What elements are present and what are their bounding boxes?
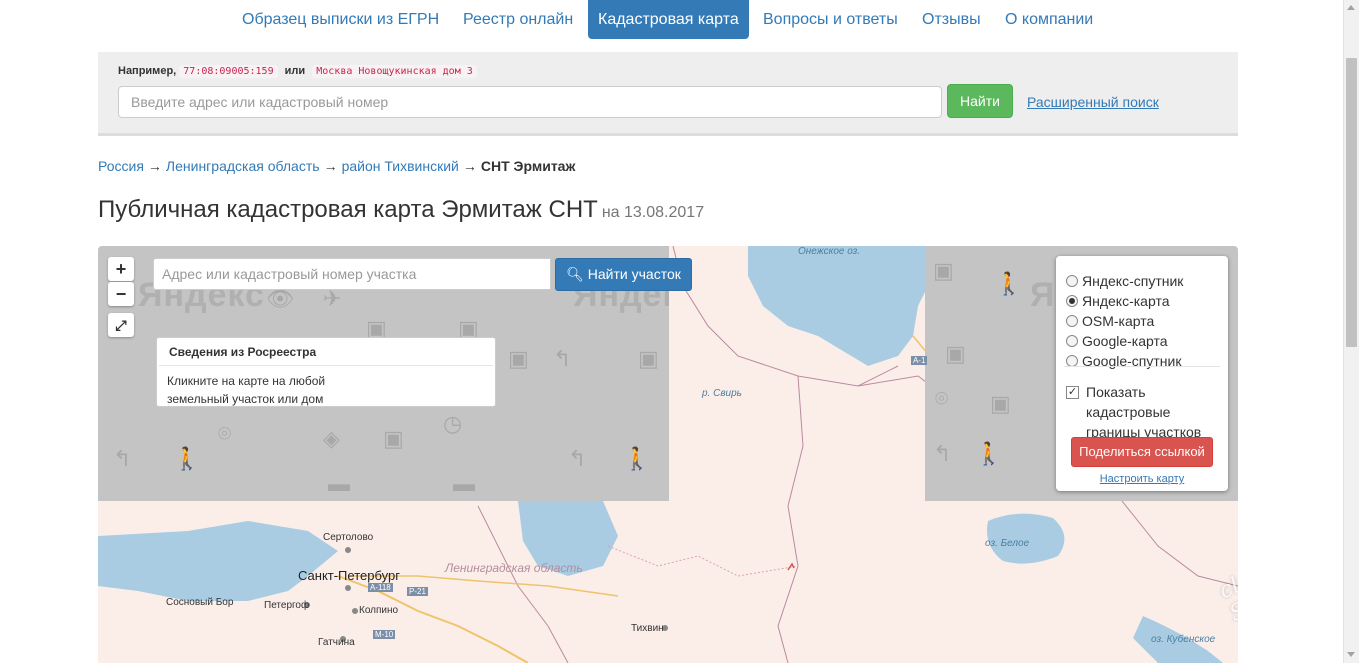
- advanced-search-link[interactable]: Расширенный поиск: [1027, 94, 1159, 110]
- road-sign-m10: М-10: [373, 630, 396, 639]
- nav-item-registry-online[interactable]: Реестр онлайн: [453, 0, 583, 39]
- map-label-petergof: Петергоф: [264, 600, 310, 611]
- turn-left-icon: ↰: [113, 446, 132, 471]
- map-label-sosnovy-bor: Сосновый Бор: [166, 597, 234, 608]
- compass-icon: ◈: [323, 426, 340, 451]
- pedestrian-icon: 🚶: [173, 446, 201, 471]
- layer-option-yandex-map[interactable]: Яндекс-карта: [1066, 291, 1169, 311]
- example-or: или: [284, 65, 306, 77]
- info-popup-title: Сведения из Росреестра: [159, 338, 493, 366]
- nav-item-about[interactable]: О компании: [995, 0, 1103, 39]
- clock-icon: ◷: [443, 411, 463, 436]
- bus-icon: ▣: [508, 346, 529, 371]
- car-icon: ▬: [453, 471, 475, 496]
- map-find-label: Найти участок: [587, 266, 681, 282]
- bus-icon: ▣: [990, 391, 1011, 416]
- pedestrian-icon: 🚶: [623, 446, 651, 471]
- cadastral-map[interactable]: Яндекс Яндекс 👁 ✈ ▣ ▣ ▣ ↰ ▣ ↰ 🚶 ⌾ ◈ ▣ ◷ …: [98, 246, 1238, 663]
- nav-item-reviews[interactable]: Отзывы: [912, 0, 991, 39]
- layer-option-google-map[interactable]: Google-карта: [1066, 331, 1168, 351]
- layer-option-label: Google-карта: [1082, 333, 1168, 349]
- road-sign-a118: А-118: [368, 583, 393, 592]
- tram-icon: ▣: [638, 346, 659, 371]
- pin-icon: ⌾: [935, 386, 949, 411]
- fullscreen-icon[interactable]: ⤢: [108, 313, 134, 337]
- turn-left-icon: ↰: [568, 446, 587, 471]
- page-title-date: на 13.08.2017: [601, 204, 705, 221]
- configure-map-link[interactable]: Настроить карту: [1056, 473, 1228, 485]
- layer-option-yandex-satellite[interactable]: Яндекс-спутник: [1066, 271, 1183, 291]
- example-cadastral-number: 77:08:09005:159: [179, 65, 278, 78]
- layer-option-google-satellite[interactable]: Google-спутник: [1066, 351, 1181, 371]
- map-label-tikhvin: Тихвин: [631, 623, 664, 634]
- map-search-input[interactable]: Адрес или кадастровый номер участка: [153, 258, 551, 290]
- info-popup-text: Кликните на карте на любой земельный уча…: [157, 366, 495, 414]
- breadcrumb-separator: →: [462, 158, 477, 174]
- layer-option-osm[interactable]: OSM-карта: [1066, 311, 1154, 331]
- scroll-down-icon[interactable]: [1347, 652, 1355, 657]
- pin-icon: ⌾: [218, 421, 232, 446]
- example-prefix: Например,: [118, 65, 177, 77]
- layer-switcher: Яндекс-спутник Яндекс-карта OSM-карта Go…: [1056, 256, 1228, 491]
- search-icon: 🔍︎: [566, 266, 584, 282]
- zoom-out-button[interactable]: −: [108, 282, 134, 306]
- info-popup-line: Кликните на карте на любой: [167, 374, 326, 388]
- map-find-button[interactable]: 🔍︎ Найти участок: [555, 258, 692, 291]
- show-borders-label[interactable]: Показать кадастровые границы участков: [1086, 382, 1221, 442]
- radio-icon: [1066, 315, 1078, 328]
- breadcrumb-current: СНТ Эрмитаж: [480, 158, 576, 174]
- scroll-up-icon[interactable]: [1347, 5, 1355, 10]
- bus-icon: ▣: [933, 258, 954, 283]
- map-label-onega: Онежское оз.: [798, 246, 861, 257]
- breadcrumb-separator: →: [323, 158, 338, 174]
- show-borders-checkbox[interactable]: ✓: [1066, 386, 1079, 399]
- nav-item-faq[interactable]: Вопросы и ответы: [753, 0, 908, 39]
- nav-item-egrn-sample[interactable]: Образец выписки из ЕГРН: [232, 0, 449, 39]
- radio-icon: [1066, 275, 1078, 288]
- map-label-sertolovo: Сертолово: [323, 532, 374, 543]
- turn-left-icon: ↰: [933, 441, 952, 466]
- pedestrian-icon: 🚶: [995, 271, 1023, 296]
- zoom-in-button[interactable]: +: [108, 257, 134, 281]
- tram-icon: ▣: [945, 341, 966, 366]
- info-popup-line: земельный участок или дом: [167, 392, 324, 406]
- map-label-svir: р. Свирь: [702, 388, 742, 399]
- example-address: Москва Новощукинская дом 3: [312, 65, 477, 78]
- car-icon: ▬: [328, 471, 350, 496]
- layer-option-label: OSM-карта: [1082, 313, 1155, 329]
- map-label-spb: Санкт-Петербург: [298, 568, 400, 583]
- breadcrumb-separator: →: [147, 158, 162, 174]
- breadcrumb: Россия → Ленинградская область → район Тихви…: [98, 158, 575, 174]
- layer-option-label: Яндекс-карта: [1082, 293, 1170, 309]
- search-input[interactable]: Введите адрес или кадастровый номер: [118, 86, 942, 118]
- map-label-gatchina: Гатчина: [318, 637, 355, 648]
- page-title: Публичная кадастровая карта Эрмитаж СНТ н…: [98, 196, 704, 224]
- scroll-thumb[interactable]: [1346, 58, 1357, 347]
- layer-option-label: Яндекс-спутник: [1082, 273, 1184, 289]
- share-link-button[interactable]: Поделиться ссылкой: [1071, 437, 1213, 467]
- page-title-text: Публичная кадастровая карта Эрмитаж СНТ: [98, 196, 598, 223]
- radio-selected-icon: [1066, 295, 1078, 308]
- search-example: Например, 77:08:09005:159 или Москва Нов…: [118, 65, 477, 78]
- layer-divider: [1064, 366, 1220, 367]
- turn-icon: ↰: [553, 346, 572, 371]
- rosreestr-info-popup: Сведения из Росреестра Кликните на карте…: [156, 337, 496, 407]
- map-label-oblast: Ленинградская область: [445, 561, 583, 575]
- bus-icon: ▣: [383, 426, 404, 451]
- radio-icon: [1066, 335, 1078, 348]
- breadcrumb-russia[interactable]: Россия: [98, 158, 144, 174]
- road-sign-a1: А-1: [911, 356, 928, 365]
- map-label-kolpino: Колпино: [359, 605, 399, 616]
- nav-item-cadastral-map[interactable]: Кадастровая карта: [588, 0, 749, 39]
- top-navigation: Образец выписки из ЕГРН Реестр онлайн Ка…: [0, 0, 1343, 40]
- road-sign-r21: Р-21: [407, 587, 428, 596]
- breadcrumb-leningrad-oblast[interactable]: Ленинградская область: [166, 158, 320, 174]
- page-scrollbar[interactable]: [1343, 0, 1359, 663]
- map-label-kubenskoe: оз. Кубенское: [1151, 634, 1216, 645]
- map-label-beloe: оз. Белое: [985, 538, 1030, 549]
- breadcrumb-tikhvin-district[interactable]: район Тихвинский: [342, 158, 459, 174]
- pedestrian-icon: 🚶: [975, 441, 1003, 466]
- search-panel: Например, 77:08:09005:159 или Москва Нов…: [98, 52, 1238, 136]
- find-button[interactable]: Найти: [947, 84, 1013, 118]
